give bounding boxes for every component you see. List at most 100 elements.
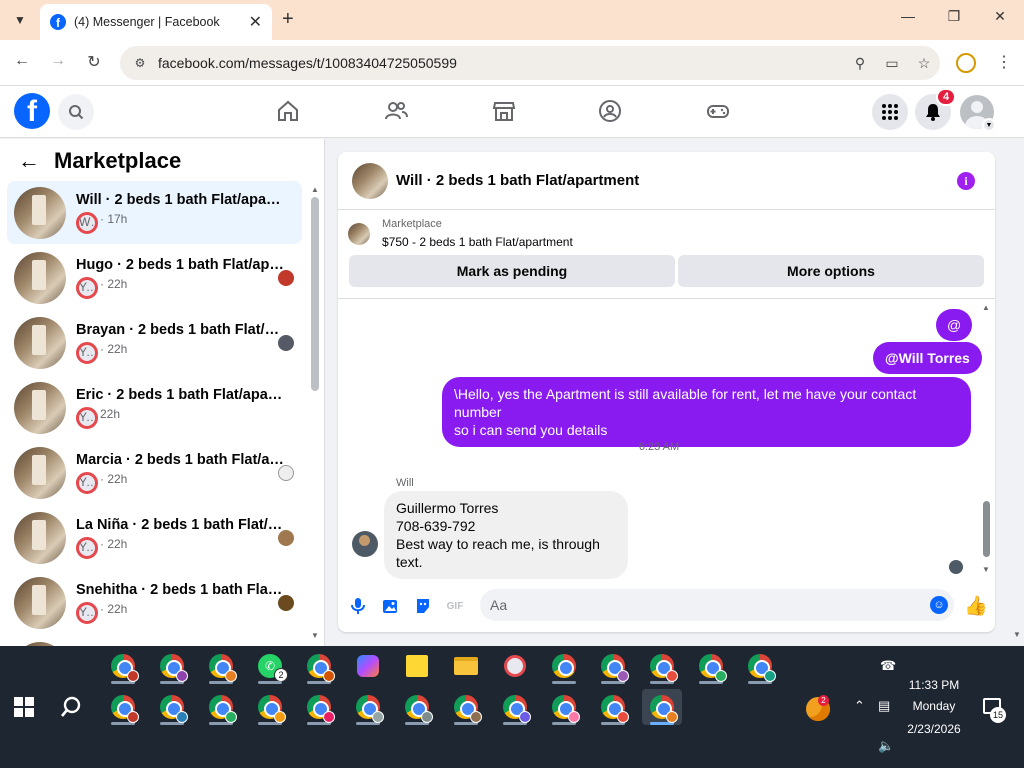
gif-icon[interactable]: GIF (445, 596, 465, 616)
chrome-app-icon[interactable] (495, 689, 535, 725)
scroll-up-arrow-icon[interactable]: ▲ (982, 303, 990, 312)
facebook-logo-icon[interactable]: f (14, 93, 50, 129)
show-hidden-icons-chevron-icon[interactable]: ⌃ (854, 698, 865, 714)
bookmark-star-icon[interactable]: ☆ (908, 53, 940, 73)
restore-icon[interactable]: ❐ (944, 8, 964, 25)
browser-menu-icon[interactable]: ⋮ (996, 52, 1012, 72)
marketplace-listing-strip[interactable]: Marketplace $750 - 2 beds 1 bath Flat/ap… (338, 210, 995, 252)
tab-close-icon[interactable]: ✕ (249, 12, 262, 32)
chrome-app-icon[interactable] (740, 648, 780, 684)
incoming-message[interactable]: Guillermo Torres 708-639-792 Best way to… (384, 491, 628, 579)
taskbar-search-icon[interactable] (60, 696, 82, 718)
chrome-app-icon[interactable] (397, 689, 437, 725)
scroll-down-arrow-icon[interactable]: ▼ (311, 631, 319, 640)
conversation-snippet: You: Hello, yes the Apartment i... (76, 601, 98, 624)
tab-search-chevron-icon[interactable]: ▼ (8, 8, 32, 32)
zoom-icon[interactable]: ⚲ (844, 53, 876, 73)
address-bar[interactable]: ⚙ facebook.com/messages/t/10083404725050… (120, 46, 940, 80)
chat-listing-thumbnail[interactable] (352, 162, 388, 199)
outgoing-message[interactable]: @ (936, 309, 973, 341)
info-icon[interactable]: i (957, 172, 975, 190)
conversation-item-la-nina[interactable]: La Niña · 2 beds 1 bath Flat/a... You: H… (7, 506, 302, 569)
window-close-icon[interactable]: ✕ (990, 8, 1010, 25)
account-chevron-icon[interactable]: ▼ (982, 118, 996, 132)
gaming-icon[interactable] (706, 99, 732, 125)
back-arrow-icon[interactable]: ← (12, 52, 32, 70)
page-scroll-down-arrow-icon[interactable]: ▼ (1013, 630, 1021, 639)
chrome-app-icon[interactable] (299, 689, 339, 725)
outgoing-message[interactable]: @Will Torres (873, 342, 982, 374)
chrome-app-icon-active[interactable] (642, 689, 682, 725)
whatsapp-app-icon[interactable]: ✆ 2 (250, 648, 290, 684)
chat-title[interactable]: Will · 2 beds 1 bath Flat/apartment (396, 172, 639, 189)
photo-icon[interactable] (381, 596, 401, 616)
file-explorer-app-icon[interactable] (446, 648, 486, 684)
conversation-item-brayan[interactable]: Brayan · 2 beds 1 bath Flat/ap... You: H… (7, 311, 302, 374)
message-line: Guillermo Torres (396, 500, 499, 516)
chrome-app-icon[interactable] (544, 648, 584, 684)
clock-date[interactable]: 2/23/2026 (896, 722, 972, 736)
chrome-app-icon[interactable] (103, 689, 143, 725)
network-icon[interactable]: ▤ (878, 698, 890, 714)
browser-tab[interactable]: f (4) Messenger | Facebook ✕ (40, 4, 272, 40)
back-arrow-icon[interactable]: ← (18, 148, 40, 174)
chrome-app-icon[interactable] (691, 648, 731, 684)
install-app-icon[interactable]: ▭ (876, 53, 908, 73)
browser-profile-icon[interactable] (956, 53, 976, 73)
sticker-icon[interactable] (413, 596, 433, 616)
meet-now-icon[interactable]: ☎ (880, 658, 896, 674)
home-icon[interactable] (276, 99, 302, 125)
conversation-item-marcia[interactable]: Marcia · 2 beds 1 bath Flat/ap... You: H… (7, 441, 302, 504)
conversation-list-scrollbar[interactable] (311, 197, 319, 391)
microphone-icon[interactable] (348, 596, 368, 616)
site-info-icon[interactable]: ⚙ (130, 53, 150, 73)
conversation-item-snehitha[interactable]: Snehitha · 2 beds 1 bath Flat/... You: H… (7, 571, 302, 634)
reload-icon[interactable]: ↻ (84, 52, 104, 72)
snipping-tool-app-icon[interactable] (495, 648, 535, 684)
windows-start-icon[interactable] (14, 697, 34, 717)
friends-icon[interactable] (384, 99, 410, 125)
chrome-app-icon[interactable] (348, 689, 388, 725)
chrome-app-icon[interactable] (593, 689, 633, 725)
seen-avatar (278, 465, 294, 481)
emoji-icon[interactable]: ☺ (930, 596, 948, 614)
outgoing-message[interactable]: \Hello, yes the Apartment is still avail… (442, 377, 971, 447)
conversation-item-partial[interactable] (7, 636, 302, 646)
copilot-app-icon[interactable] (348, 648, 388, 684)
sticky-notes-app-icon[interactable] (397, 648, 437, 684)
scroll-down-arrow-icon[interactable]: ▼ (982, 565, 990, 574)
minimize-icon[interactable]: — (898, 8, 918, 24)
clock-time[interactable]: 11:33 PM (896, 678, 972, 692)
chrome-app-icon[interactable] (250, 689, 290, 725)
message-thread-scrollbar[interactable] (983, 501, 990, 557)
chrome-app-icon[interactable] (593, 648, 633, 684)
chrome-app-icon[interactable] (299, 648, 339, 684)
conversation-item-eric[interactable]: Eric · 2 beds 1 bath Flat/apartme... You… (7, 376, 302, 439)
mark-as-pending-button[interactable]: Mark as pending (349, 255, 675, 287)
chrome-app-icon[interactable] (152, 689, 192, 725)
thumbs-up-like-icon[interactable]: 👍 (964, 594, 988, 618)
chrome-app-icon[interactable] (201, 648, 241, 684)
marketplace-icon[interactable] (492, 99, 518, 125)
chrome-app-icon[interactable] (201, 689, 241, 725)
search-icon[interactable] (58, 94, 94, 130)
conversation-item-hugo[interactable]: Hugo · 2 beds 1 bath Flat/apa... You: He… (7, 246, 302, 309)
chrome-app-icon[interactable] (152, 648, 192, 684)
chrome-app-icon[interactable] (446, 689, 486, 725)
menu-grid-icon[interactable] (872, 94, 908, 130)
clock-day[interactable]: Monday (896, 699, 972, 713)
chrome-app-icon[interactable] (544, 689, 584, 725)
groups-icon[interactable] (598, 99, 624, 125)
chrome-app-icon[interactable] (103, 648, 143, 684)
conversation-time: · 22h (100, 471, 128, 486)
message-input[interactable] (480, 589, 954, 621)
forward-arrow-icon[interactable]: → (48, 52, 68, 70)
sender-avatar[interactable] (352, 531, 378, 557)
url-text[interactable]: facebook.com/messages/t/1008340472505059… (158, 55, 844, 71)
volume-icon[interactable]: 🔈 (878, 738, 894, 754)
conversation-item-will[interactable]: Will · 2 beds 1 bath Flat/apartm... Will… (7, 181, 302, 244)
scroll-up-arrow-icon[interactable]: ▲ (311, 185, 319, 194)
new-tab-icon[interactable]: + (282, 8, 294, 31)
more-options-button[interactable]: More options (678, 255, 984, 287)
chrome-app-icon[interactable] (642, 648, 682, 684)
